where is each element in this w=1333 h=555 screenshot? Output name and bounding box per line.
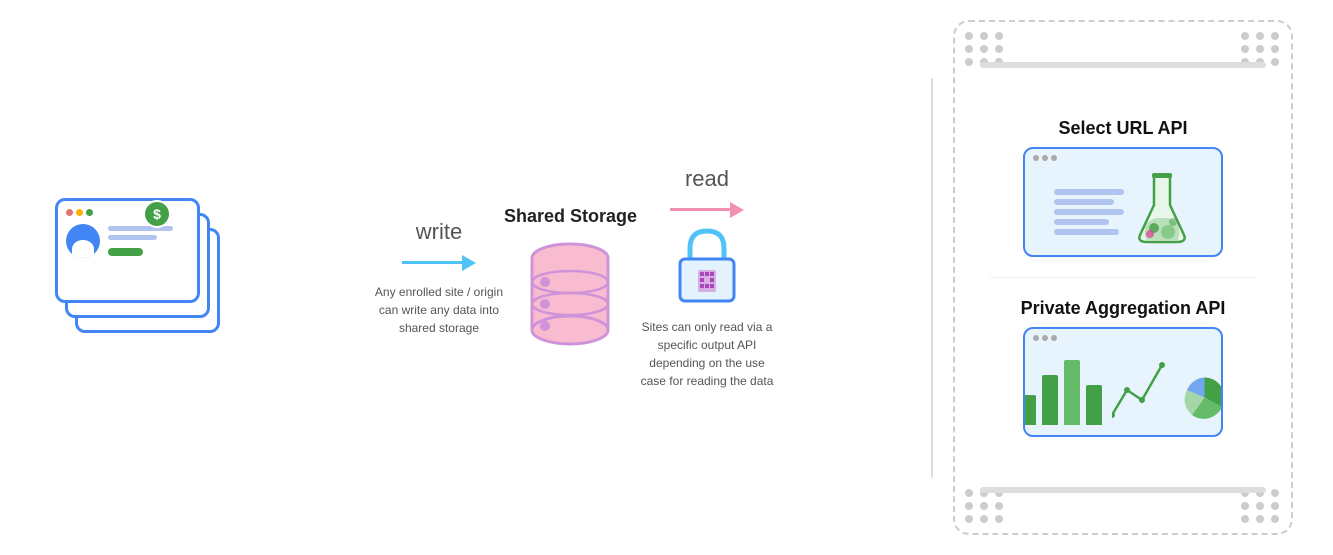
dot — [1256, 32, 1264, 40]
bar-2 — [1042, 375, 1058, 425]
read-block: read Sit — [637, 166, 777, 390]
left-section: $ — [40, 198, 240, 358]
dot — [980, 45, 988, 53]
dot-green — [86, 209, 93, 216]
corner-dots-br — [1241, 489, 1281, 523]
cards-stack: $ — [55, 198, 225, 358]
select-url-api: Select URL API — [975, 118, 1271, 257]
write-arrow-line — [402, 261, 462, 264]
dot — [995, 515, 1003, 523]
divider — [990, 277, 1256, 278]
database-title: Shared Storage — [504, 206, 637, 227]
dot — [980, 32, 988, 40]
database-icon — [525, 240, 615, 350]
private-aggregation-api: Private Aggregation API — [975, 298, 1271, 437]
pie-chart-icon — [1182, 375, 1224, 420]
dot — [980, 515, 988, 523]
dot-1 — [1033, 335, 1039, 341]
main-container: $ write Any enrolled site / origin can w… — [0, 0, 1333, 555]
dot — [995, 502, 1003, 510]
dot-1 — [1033, 155, 1039, 161]
write-label: write — [416, 219, 462, 245]
write-arrow — [402, 255, 476, 271]
write-desc: Any enrolled site / origin can write any… — [374, 283, 504, 337]
dot — [1271, 32, 1279, 40]
dot — [965, 58, 973, 66]
read-desc: Sites can only read via a specific outpu… — [637, 318, 777, 390]
corner-dots-tl — [965, 32, 1005, 66]
read-arrow-head — [730, 202, 744, 218]
dot — [1241, 32, 1249, 40]
right-panel: Select URL API — [953, 20, 1293, 535]
bar-3 — [1064, 360, 1080, 425]
avatar-body — [72, 240, 94, 258]
dot-yellow — [76, 209, 83, 216]
h-line-bottom — [980, 487, 1266, 493]
private-aggregation-image — [1023, 327, 1223, 437]
dot-3 — [1051, 155, 1057, 161]
dot — [995, 32, 1003, 40]
avatar-icon — [66, 224, 100, 258]
select-url-image — [1023, 147, 1223, 257]
dot — [1256, 45, 1264, 53]
line-4 — [1054, 219, 1109, 225]
corner-dots-bl — [965, 489, 1005, 523]
bar-1 — [1023, 395, 1036, 425]
browser-dots-2 — [1033, 335, 1057, 341]
dot — [1271, 502, 1279, 510]
bar-4 — [1086, 385, 1102, 425]
dot — [965, 515, 973, 523]
flask-icon — [1132, 170, 1192, 245]
dot — [1241, 502, 1249, 510]
vertical-separator — [931, 78, 933, 478]
card-line-2 — [108, 235, 157, 240]
doc-lines — [1054, 189, 1124, 235]
line-1 — [1054, 189, 1124, 195]
coin-badge: $ — [143, 200, 171, 228]
browser-dots — [1033, 155, 1057, 161]
dot — [1256, 502, 1264, 510]
dot — [1256, 515, 1264, 523]
corner-dots-tr — [1241, 32, 1281, 66]
card-lines — [108, 226, 189, 256]
private-aggregation-title: Private Aggregation API — [1021, 298, 1226, 319]
dot-2 — [1042, 155, 1048, 161]
card-main — [55, 198, 200, 303]
dot — [1241, 515, 1249, 523]
line-2 — [1054, 199, 1114, 205]
line-chart-icon — [1112, 355, 1172, 425]
dot — [1241, 45, 1249, 53]
select-url-content — [1054, 170, 1192, 245]
line-3 — [1054, 209, 1124, 215]
select-url-title: Select URL API — [1058, 118, 1187, 139]
dot — [965, 45, 973, 53]
read-label: read — [685, 166, 729, 192]
lock-icon — [672, 226, 742, 306]
diagram-main: write Any enrolled site / origin can wri… — [240, 20, 911, 535]
dot — [1271, 45, 1279, 53]
dot-red — [66, 209, 73, 216]
dot — [1271, 515, 1279, 523]
read-arrow-line — [670, 208, 730, 211]
dot — [995, 45, 1003, 53]
line-5 — [1054, 229, 1119, 235]
dot-2 — [1042, 335, 1048, 341]
dot — [965, 32, 973, 40]
write-arrow-head — [462, 255, 476, 271]
dot — [1271, 489, 1279, 497]
dot — [1271, 58, 1279, 66]
write-block: write Any enrolled site / origin can wri… — [374, 219, 504, 337]
read-arrow — [670, 202, 744, 218]
database-area: Shared Storage — [504, 206, 637, 350]
dot-3 — [1051, 335, 1057, 341]
h-line-top — [980, 62, 1266, 68]
chart-content — [1023, 355, 1223, 425]
dot — [965, 489, 973, 497]
dot — [965, 502, 973, 510]
card-content — [66, 224, 189, 258]
card-button — [108, 248, 143, 256]
dot — [980, 502, 988, 510]
